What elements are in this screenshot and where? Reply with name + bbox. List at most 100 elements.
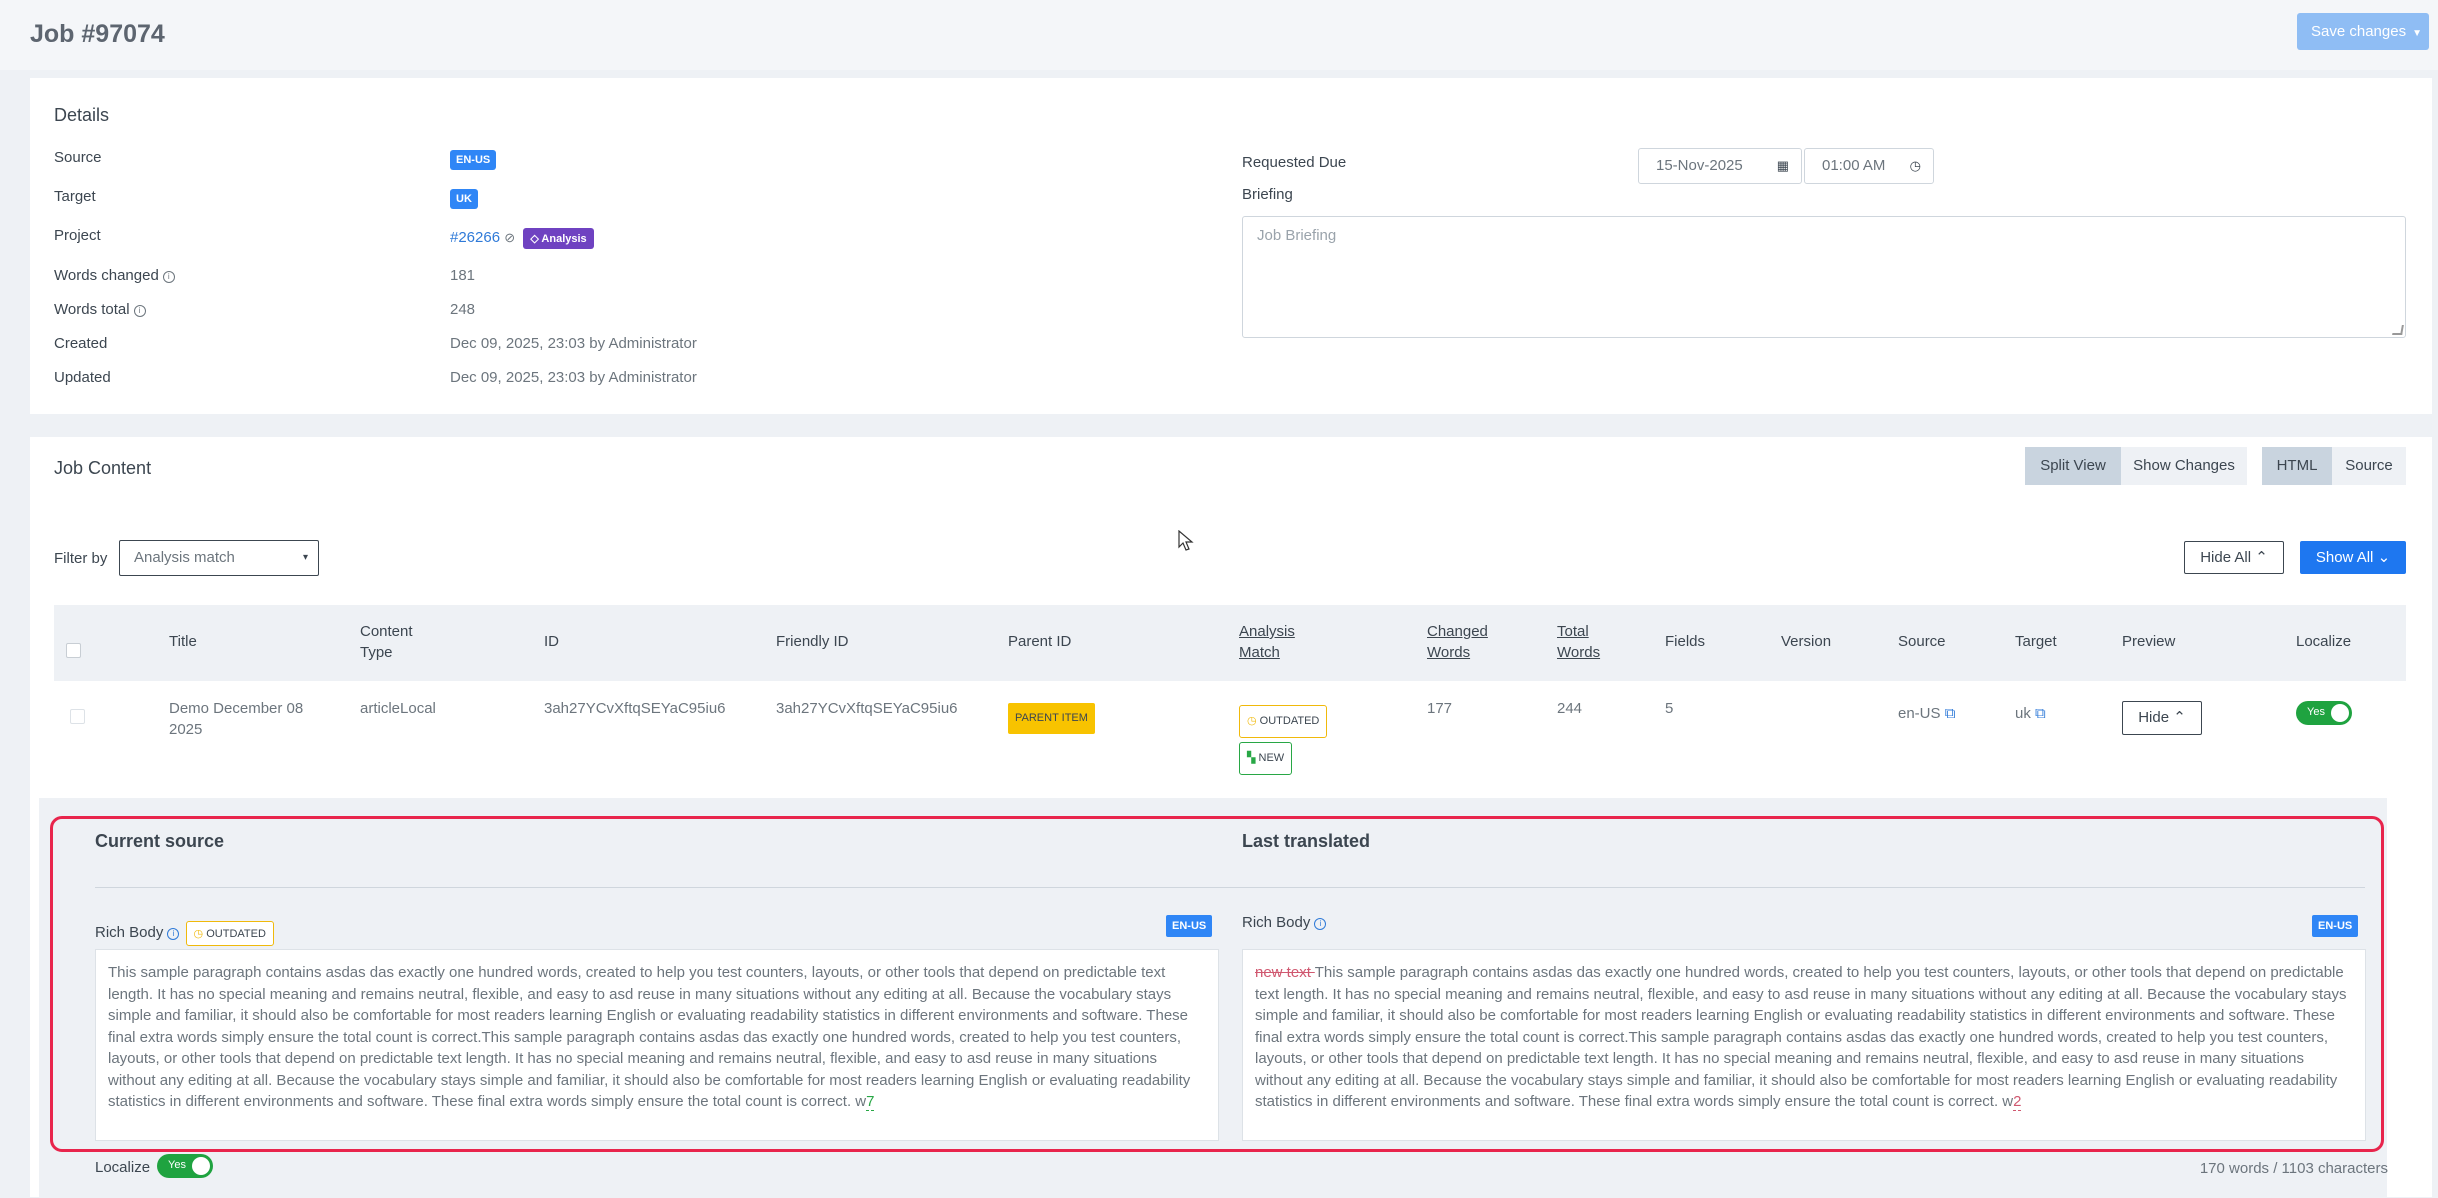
due-date-input[interactable]: 15-Nov-2025 ▦ <box>1638 148 1802 184</box>
words-total-value: 248 <box>450 301 476 318</box>
table-header: Title Content Type ID Friendly ID Parent … <box>54 605 2406 681</box>
info-icon[interactable]: i <box>133 305 146 317</box>
outdated-tag-label: OUTDATED <box>1259 715 1320 727</box>
chevron-down-circle-icon: ⌄ <box>2377 549 2391 566</box>
project-label: Project <box>54 227 101 244</box>
toggle-knob <box>2331 704 2349 722</box>
show-all-label: Show All <box>2315 549 2374 566</box>
row-checkbox[interactable] <box>70 709 85 724</box>
target-value: UK <box>450 189 478 209</box>
row-localize-toggle[interactable]: Yes <box>2296 701 2352 725</box>
outdated-tag: ◷ OUTDATED <box>1239 705 1328 738</box>
col-changed-line2: Words <box>1427 644 1471 661</box>
show-changes-button[interactable]: Show Changes <box>2121 447 2247 485</box>
col-analysis-match[interactable]: Analysis Match <box>1239 621 1295 663</box>
row-preview-hide-button[interactable]: Hide ⌃ <box>2122 701 2202 735</box>
col-preview: Preview <box>2122 633 2176 650</box>
updated-label: Updated <box>54 369 111 386</box>
current-field-name: Rich Body <box>95 924 164 941</box>
clock-icon: ◷ <box>1909 158 1921 173</box>
inserted-text: 7 <box>866 1093 875 1111</box>
updated-value: Dec 09, 2025, 23:03 by Administrator <box>450 369 697 386</box>
current-source-title: Current source <box>95 831 225 851</box>
save-changes-button[interactable]: Save changes ▼ <box>2297 13 2429 50</box>
split-view-button[interactable]: Split View <box>2025 447 2121 485</box>
words-changed-value: 181 <box>450 267 476 284</box>
select-all-checkbox[interactable] <box>66 643 81 658</box>
mouse-cursor-icon <box>1178 530 1194 551</box>
target-label: Target <box>54 188 96 205</box>
chevron-up-circle-icon: ⌃ <box>2255 549 2268 566</box>
briefing-textarea[interactable]: Job Briefing <box>1242 216 2406 338</box>
col-total-line2: Words <box>1557 644 1601 661</box>
filter-select[interactable]: Analysis match ▾ <box>119 540 319 576</box>
toggle-knob <box>192 1157 210 1175</box>
grid-icon: ▚ <box>1247 752 1256 764</box>
row-title-line2: 2025 <box>169 721 203 738</box>
last-translated-text[interactable]: new text This sample paragraph contains … <box>1242 949 2366 1141</box>
col-analysis-line2: Match <box>1239 644 1280 661</box>
due-time-value: 01:00 AM <box>1822 157 1886 174</box>
outdated-tag: ◷ OUTDATED <box>185 921 274 946</box>
col-content-type-line2: Type <box>360 644 393 661</box>
info-icon[interactable]: i <box>162 271 175 283</box>
col-total-words[interactable]: Total Words <box>1557 621 1600 663</box>
source-value: EN-US <box>450 150 497 170</box>
project-link[interactable]: #26266 <box>450 229 500 246</box>
word-char-counter: 170 words / 1103 characters <box>2199 1160 2388 1177</box>
resize-handle-icon[interactable] <box>2392 325 2404 335</box>
last-text-body: This sample paragraph contains asdas das… <box>1255 964 2347 1110</box>
words-total-label: Words total i <box>54 301 146 318</box>
row-localize-label: Yes <box>2307 706 2325 718</box>
col-version: Version <box>1781 633 1832 650</box>
row-fields: 5 <box>1665 700 1674 717</box>
row-title: Demo December 08 2025 <box>169 698 303 740</box>
due-time-input[interactable]: 01:00 AM ◷ <box>1804 148 1934 184</box>
row-friendly-id: 3ah27YCvXftqSEYaC95iu6 <box>776 700 958 717</box>
history-icon: ◷ <box>193 928 204 940</box>
last-translated-title: Last translated <box>1242 831 1371 851</box>
calendar-icon: ▦ <box>1776 158 1789 173</box>
row-content-type: articleLocal <box>360 700 436 717</box>
current-source-text[interactable]: This sample paragraph contains asdas das… <box>95 949 1219 1141</box>
col-analysis-line1: Analysis <box>1239 623 1295 640</box>
briefing-placeholder: Job Briefing <box>1257 227 1337 244</box>
source-lang-badge: EN-US <box>450 150 497 170</box>
col-source: Source <box>1898 633 1946 650</box>
field-localize-toggle[interactable]: Yes <box>157 1154 213 1178</box>
page-title: Job #97074 <box>30 20 165 48</box>
row-target: uk ⧉ <box>2015 703 2046 724</box>
info-icon[interactable]: i <box>167 928 180 940</box>
row-total-words: 244 <box>1557 700 1583 717</box>
col-content-type: Content Type <box>360 621 413 663</box>
last-lang-badge: EN-US <box>2312 915 2359 937</box>
info-icon[interactable]: i <box>1314 918 1327 930</box>
row-title-line1: Demo December 08 <box>169 700 304 717</box>
col-content-type-line1: Content <box>360 623 413 640</box>
requested-due-label: Requested Due <box>1242 154 1347 171</box>
html-mode-button[interactable]: HTML <box>2262 447 2332 485</box>
source-mode-button[interactable]: Source <box>2332 447 2406 485</box>
external-link-icon[interactable]: ⧉ <box>1945 705 1956 722</box>
details-card: Details Source EN-US Target UK Project #… <box>30 78 2432 414</box>
show-all-button[interactable]: Show All ⌄ <box>2300 541 2406 574</box>
chevron-down-icon: ▾ <box>302 552 308 563</box>
col-fields: Fields <box>1665 633 1706 650</box>
external-link-icon[interactable]: ⧉ <box>2035 705 2046 722</box>
current-text-body: This sample paragraph contains asdas das… <box>108 964 1191 1110</box>
changed-text: 2 <box>2013 1093 2022 1111</box>
col-target: Target <box>2015 633 2057 650</box>
new-tag: ▚ NEW <box>1239 742 1293 775</box>
last-field-name: Rich Body <box>1242 914 1311 931</box>
row-id-link[interactable]: 3ah27YCvXftqSEYaC95iu6 <box>544 698 726 719</box>
analysis-badge: ◇ Analysis <box>523 228 594 249</box>
last-field-label: Rich Body i <box>1242 914 1327 931</box>
col-friendly-id: Friendly ID <box>776 633 849 650</box>
row-target-value: uk <box>2015 705 2031 722</box>
row-changed-words: 177 <box>1427 700 1453 717</box>
details-title: Details <box>54 105 110 125</box>
col-title: Title <box>169 633 197 650</box>
hide-all-button[interactable]: Hide All ⌃ <box>2184 541 2284 574</box>
created-label: Created <box>54 335 108 352</box>
col-changed-words[interactable]: Changed Words <box>1427 621 1488 663</box>
